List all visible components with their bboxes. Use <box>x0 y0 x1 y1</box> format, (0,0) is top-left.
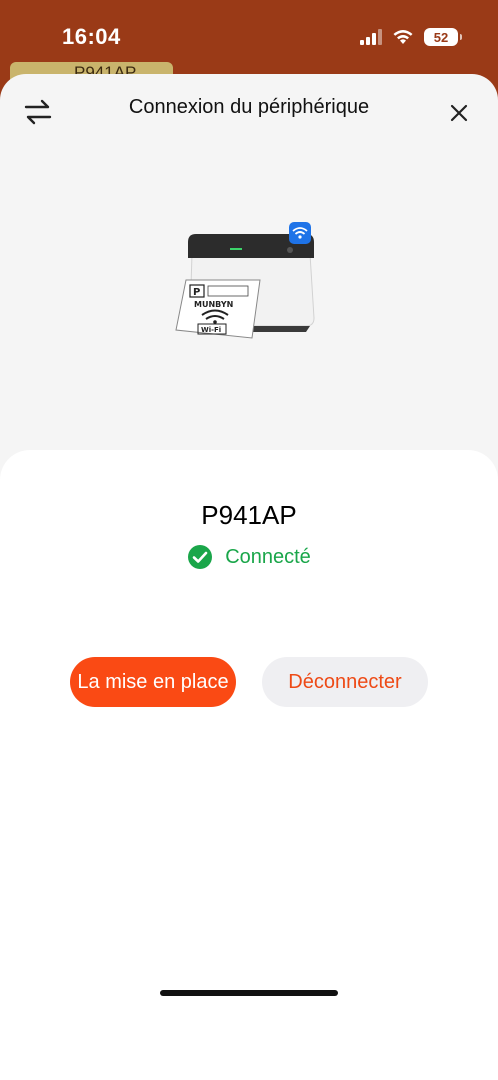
device-card: P941AP Connecté La mise en place Déconne… <box>0 450 498 1080</box>
svg-text:P: P <box>193 287 200 298</box>
status-icons: 52 <box>360 26 462 48</box>
status-bar: 16:04 52 <box>0 0 498 70</box>
label-brand-text: MUNBYN <box>194 300 233 309</box>
sheet-header: Connexion du périphérique <box>0 74 498 150</box>
battery-icon: 52 <box>424 28 462 46</box>
label-wifi-text: Wi-Fi <box>201 326 221 334</box>
disconnect-button[interactable]: Déconnecter <box>262 657 428 707</box>
connection-status: Connecté <box>0 544 498 570</box>
device-name: P941AP <box>201 500 297 530</box>
close-icon[interactable] <box>446 100 472 126</box>
status-time: 16:04 <box>62 24 121 49</box>
page-title: Connexion du périphérique <box>128 96 370 118</box>
setup-button[interactable]: La mise en place <box>70 657 236 707</box>
status-text: Connecté <box>225 545 311 568</box>
wifi-icon <box>393 30 413 44</box>
battery-level: 52 <box>433 29 449 45</box>
signal-icon <box>360 29 382 45</box>
check-circle-icon <box>188 545 213 569</box>
printer-illustration: P MUNBYN Wi-Fi <box>175 222 315 339</box>
action-buttons: La mise en place Déconnecter <box>0 657 498 707</box>
home-indicator[interactable] <box>160 990 338 996</box>
device-connection-sheet: Connexion du périphérique P MUNBYN Wi-Fi… <box>0 74 498 1080</box>
